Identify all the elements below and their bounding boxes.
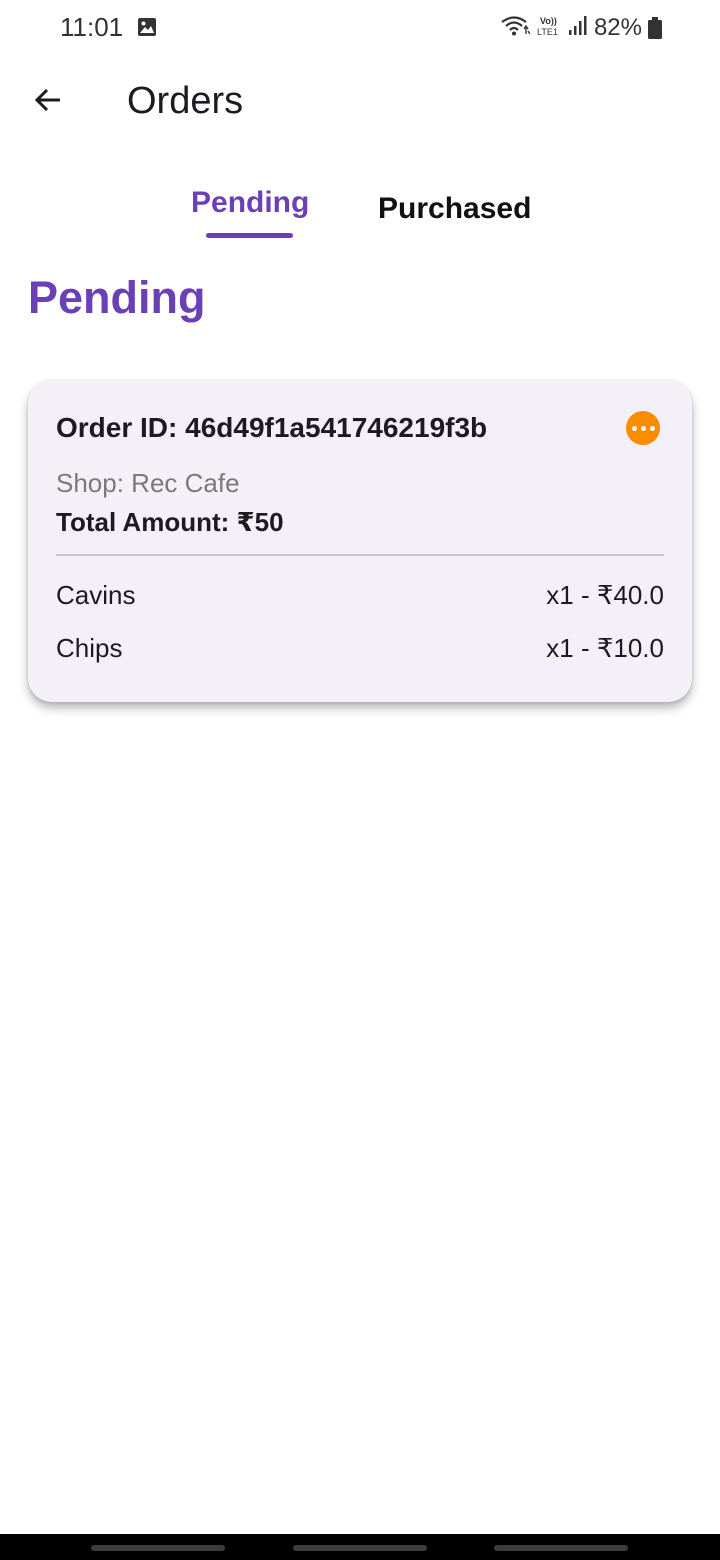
item-quantity-price: x1 - ₹10.0	[546, 633, 664, 663]
divider	[56, 554, 664, 556]
order-card[interactable]: Order ID: 46d49f1a541746219f3b Shop: Rec…	[28, 380, 692, 702]
tab-bar: Pending Purchased	[0, 178, 720, 248]
tab-pending[interactable]: Pending	[191, 186, 309, 248]
item-quantity-price: x1 - ₹40.0	[546, 580, 664, 610]
tab-purchased[interactable]: Purchased	[378, 192, 531, 254]
dot	[649, 425, 655, 431]
system-nav-bar	[0, 1534, 720, 1560]
nav-home-button[interactable]	[293, 1545, 427, 1551]
arrow-left-icon	[32, 84, 64, 121]
list-item: Chips x1 - ₹10.0	[56, 633, 664, 669]
battery-percentage: 82%	[593, 14, 642, 41]
svg-text:Vo)): Vo))	[540, 16, 557, 26]
nav-recents-button[interactable]	[91, 1545, 225, 1551]
item-name: Chips	[56, 633, 123, 663]
status-icons: Vo)) LTE1 82%	[500, 12, 662, 44]
app-bar: Orders	[0, 62, 720, 142]
tab-indicator	[206, 233, 293, 238]
total-amount: Total Amount: ₹50	[56, 507, 284, 537]
signal-icon	[568, 15, 588, 42]
status-time: 11:01	[60, 12, 124, 42]
back-button[interactable]	[22, 76, 74, 128]
list-item: Cavins x1 - ₹40.0	[56, 580, 664, 616]
shop-name: Shop: Rec Cafe	[56, 468, 240, 498]
section-heading: Pending	[28, 272, 206, 323]
wifi-icon	[500, 15, 531, 42]
svg-text:LTE1: LTE1	[537, 27, 558, 37]
battery-icon	[648, 17, 662, 39]
screen: 11:01 Vo)) LTE1 82% Orders Pending Purch…	[0, 0, 720, 1560]
more-horizontal-icon[interactable]	[626, 411, 660, 445]
nav-back-button[interactable]	[494, 1545, 628, 1551]
item-name: Cavins	[56, 580, 136, 610]
gallery-icon	[137, 17, 157, 37]
volte-icon: Vo)) LTE1	[536, 14, 562, 43]
dot	[631, 425, 637, 431]
order-id: Order ID: 46d49f1a541746219f3b	[56, 412, 488, 443]
page-title: Orders	[127, 80, 244, 122]
status-bar: 11:01 Vo)) LTE1 82%	[0, 0, 720, 56]
dot	[640, 425, 646, 431]
